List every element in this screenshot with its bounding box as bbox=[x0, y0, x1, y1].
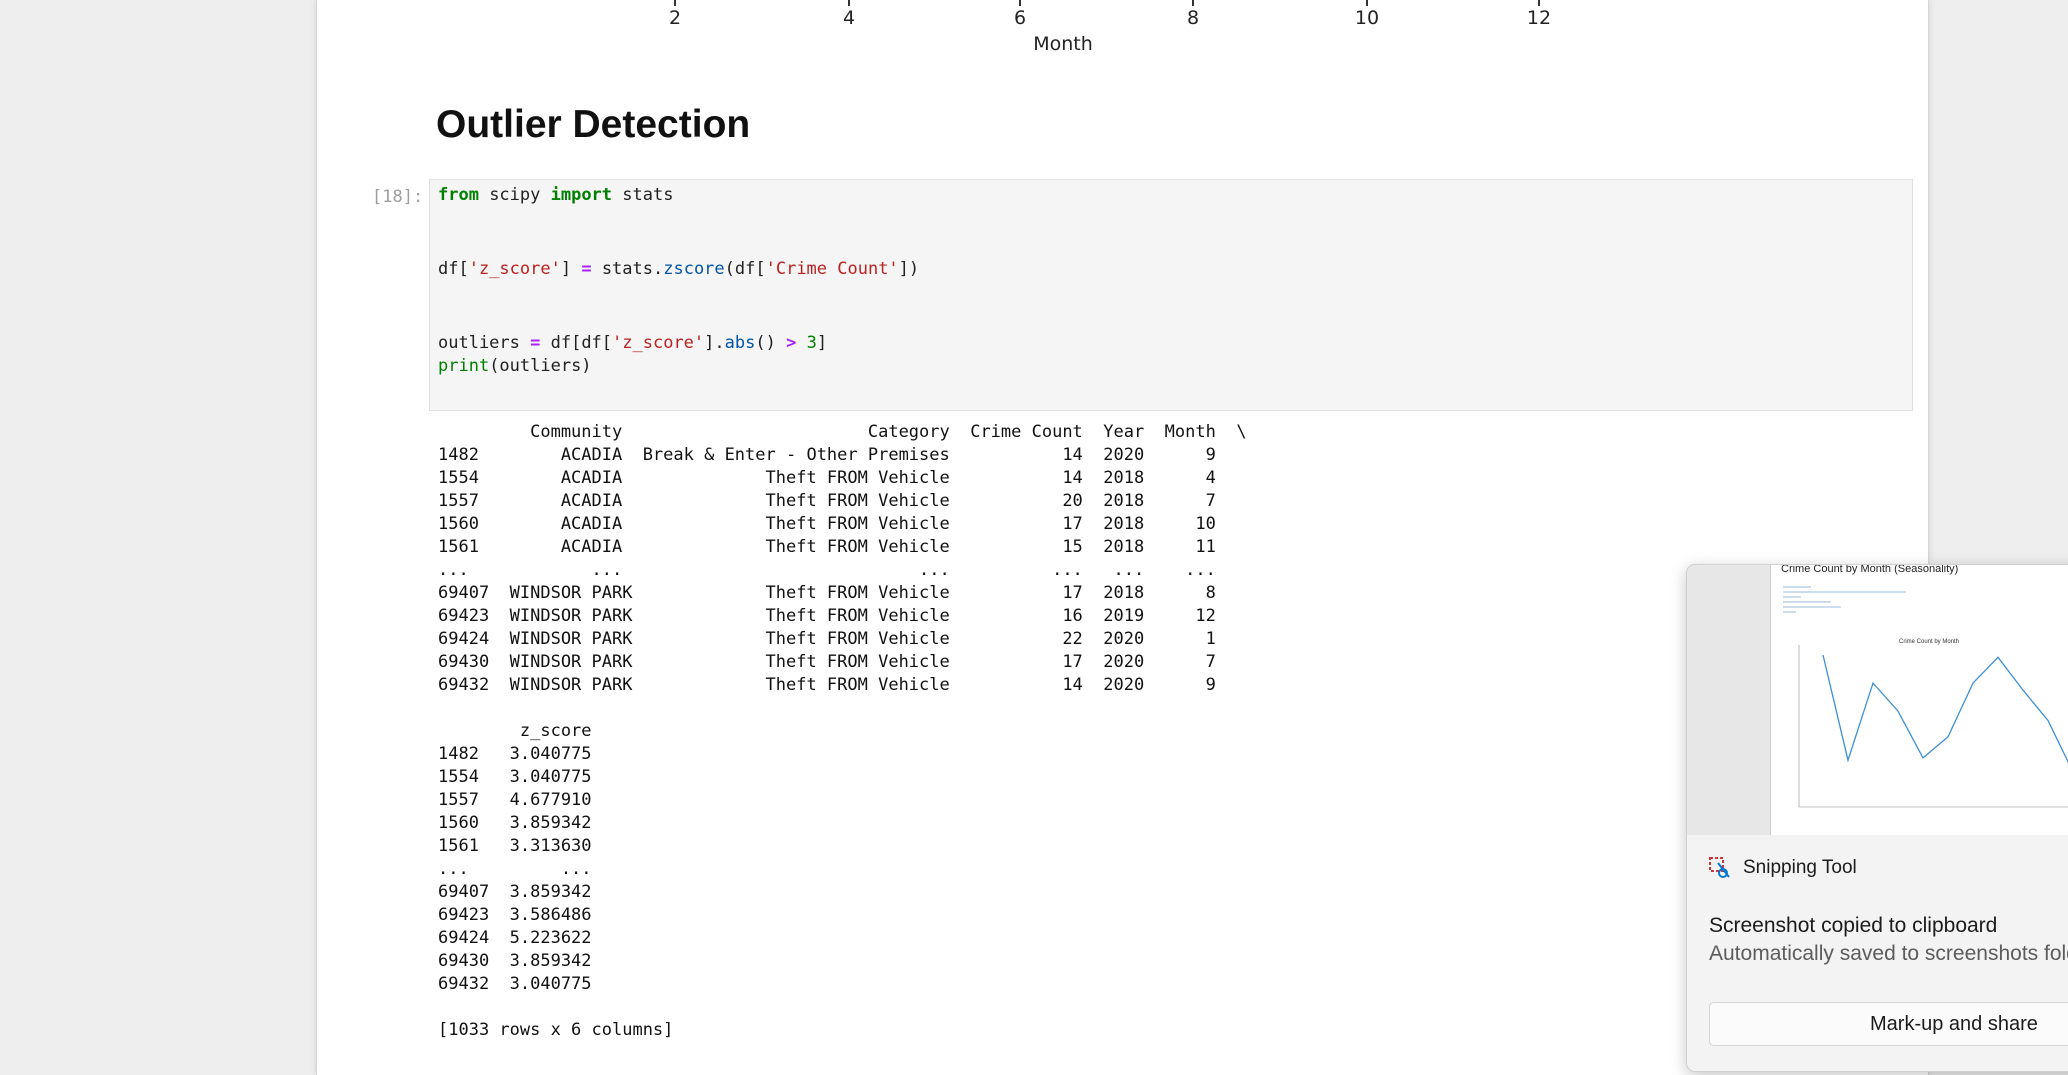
code-text: ] bbox=[560, 259, 582, 279]
code-text: scipy bbox=[478, 185, 551, 205]
keyword: import bbox=[550, 185, 613, 205]
section-heading: Outlier Detection bbox=[436, 103, 751, 146]
code-text: () bbox=[755, 333, 787, 353]
operator: = bbox=[530, 333, 541, 353]
x-tick-label: 8 bbox=[1186, 7, 1200, 29]
snipping-tool-notification[interactable]: Crime Count by Month (Seasonality) Crime… bbox=[1686, 564, 2068, 1072]
code-text: outliers bbox=[438, 333, 531, 353]
function-name: abs bbox=[724, 333, 756, 353]
thumbnail-series-line bbox=[1822, 654, 2068, 764]
string-literal: 'z_score' bbox=[468, 259, 561, 279]
x-tick-label: 2 bbox=[668, 7, 682, 29]
x-tick-mark bbox=[1019, 0, 1021, 6]
code-text: ]. bbox=[704, 333, 725, 353]
code-line: from scipy import stats bbox=[438, 185, 673, 205]
keyword: from bbox=[438, 185, 479, 205]
code-text: df[ bbox=[438, 259, 469, 279]
x-tick-mark bbox=[1366, 0, 1368, 6]
code-text: ] bbox=[816, 333, 828, 353]
toast-app-name: Snipping Tool bbox=[1743, 857, 1857, 878]
code-text: df[df[ bbox=[540, 333, 613, 353]
code-text: (df[ bbox=[724, 259, 766, 279]
code-text: ]) bbox=[898, 259, 920, 279]
thumbnail-chart-title: Crime Count by Month bbox=[1898, 639, 1960, 645]
screenshot-preview[interactable]: Crime Count by Month (Seasonality) Crime… bbox=[1687, 565, 2068, 835]
toast-subtitle: Automatically saved to screenshots fold bbox=[1709, 942, 2068, 965]
x-tick-label: 12 bbox=[1526, 7, 1552, 29]
code-text: stats. bbox=[591, 259, 664, 279]
thumbnail-content bbox=[1783, 586, 2068, 808]
x-tick-mark bbox=[1538, 0, 1540, 6]
markup-and-share-button[interactable]: Mark-up and share bbox=[1709, 1002, 2068, 1046]
number-literal: 3 bbox=[806, 333, 817, 353]
function-name: zscore bbox=[663, 259, 725, 279]
x-tick-mark bbox=[1192, 0, 1194, 6]
x-tick-label: 6 bbox=[1013, 7, 1027, 29]
code-line: df['z_score'] = stats.zscore(df['Crime C… bbox=[438, 259, 919, 279]
toast-title: Screenshot copied to clipboard bbox=[1709, 914, 1998, 937]
snipping-tool-icon bbox=[1709, 857, 1730, 878]
x-tick-label: 4 bbox=[842, 7, 856, 29]
cell-output: Community Category Crime Count Year Mont… bbox=[438, 422, 1247, 1040]
string-literal: 'Crime Count' bbox=[765, 259, 899, 279]
code-line: print(outliers) bbox=[438, 356, 592, 376]
builtin-function: print bbox=[438, 356, 490, 376]
screenshot-thumbnail[interactable]: Crime Count by Month (Seasonality) Crime… bbox=[1770, 565, 2068, 835]
x-tick-mark bbox=[848, 0, 850, 6]
cell-prompt: [18]: bbox=[372, 187, 424, 207]
code-text: (outliers) bbox=[489, 356, 592, 376]
code-cell[interactable]: from scipy import stats df['z_score'] = … bbox=[429, 179, 1913, 411]
toast-app-header: Snipping Tool bbox=[1709, 857, 1857, 879]
x-tick-label: 10 bbox=[1354, 7, 1380, 29]
operator: > bbox=[786, 333, 797, 353]
operator: = bbox=[581, 259, 592, 279]
code-line: outliers = df[df['z_score'].abs() > 3] bbox=[438, 333, 827, 353]
x-tick-mark bbox=[674, 0, 676, 6]
string-literal: 'z_score' bbox=[612, 333, 705, 353]
code-text: stats bbox=[612, 185, 674, 205]
x-axis-label: Month bbox=[1033, 33, 1093, 55]
